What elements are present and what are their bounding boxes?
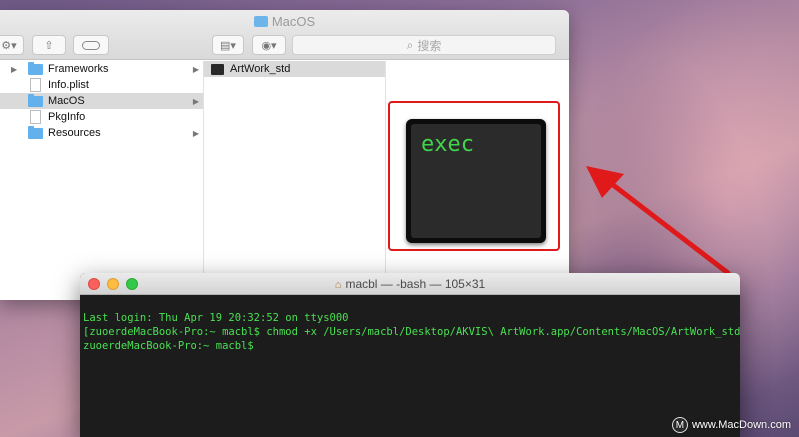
watermark-text: www.MacDown.com [691,419,791,431]
list-item-label: Resources [48,127,101,139]
list-item-label: MacOS [48,95,85,107]
home-icon: ⌂ [334,279,342,291]
chevron-right-icon: ▶ [11,64,18,74]
folder-icon [28,93,43,107]
tags-button[interactable] [73,35,109,55]
list-item-label: ArtWork_std [230,63,291,75]
share-icon: ⇧ [44,39,54,52]
terminal-titlebar: ⌂ macbl — -bash — 105×31 [80,273,740,295]
exec-preview-icon: exec [406,119,546,243]
search-placeholder: 搜索 [417,38,442,53]
terminal-title-text: macbl — -bash — 105×31 [345,277,486,291]
file-icon [30,110,41,124]
arrange-icon: ◉▾ [261,39,277,52]
terminal-window: ⌂ macbl — -bash — 105×31 Last login: Thu … [80,273,740,437]
list-item-label: Info.plist [48,79,89,91]
document-icon: ▤▾ [220,39,236,52]
folder-icon [28,61,43,75]
list-item-artwork-std[interactable]: ArtWork_std [204,61,385,77]
executable-icon [211,63,224,75]
tag-icon [82,40,100,50]
list-item-label: Frameworks [48,63,109,75]
watermark: M www.MacDown.com [671,417,791,433]
exec-icon-label: exec [421,132,474,157]
arrow-shaft [601,175,731,276]
list-item-label: PkgInfo [48,111,86,123]
chevron-right-icon: ▶ [192,96,199,106]
folder-icon [28,125,43,139]
list-item-macos[interactable]: MacOS ▶ [0,93,203,109]
list-item-pkginfo[interactable]: PkgInfo [0,109,203,125]
finder-toolbar: MacOS ⚙▾ ⇧ ▤▾ ◉▾ ⌕ 搜索 [0,10,569,60]
list-item-info-plist[interactable]: Info.plist [0,77,203,93]
terminal-line: Last login: Thu Apr 19 20:32:52 on ttys0… [83,312,349,324]
view-options-button[interactable]: ▤▾ [212,35,244,55]
finder-title-text: MacOS [271,14,316,29]
search-input[interactable]: ⌕ 搜索 [292,35,556,55]
terminal-prompt-line: zuoerdeMacBook-Pro:~ macbl$ [83,340,254,352]
terminal-title: ⌂ macbl — -bash — 105×31 [80,277,740,291]
list-item-resources[interactable]: Resources ▶ [0,125,203,141]
chevron-right-icon: ▶ [192,64,199,74]
terminal-line: [zuoerdeMacBook-Pro:~ macbl$ chmod +x /U… [83,326,740,338]
list-item-frameworks[interactable]: ▶ Frameworks ▶ [0,61,203,77]
finder-window-title: MacOS [0,14,569,29]
annotation-arrow [586,166,731,276]
arrange-button[interactable]: ◉▾ [252,35,286,55]
finder-column-1: ▶ Frameworks ▶ Info.plist MacOS ▶ PkgInf… [0,61,204,300]
share-button[interactable]: ⇧ [32,35,66,55]
file-icon [30,78,41,92]
terminal-output[interactable]: Last login: Thu Apr 19 20:32:52 on ttys0… [80,295,740,383]
chevron-right-icon: ▶ [192,128,199,138]
arrow-head [586,166,624,198]
action-gear-button[interactable]: ⚙▾ [0,35,24,55]
gear-icon: ⚙▾ [1,39,17,52]
folder-icon [253,16,268,27]
search-icon: ⌕ [406,37,414,52]
finder-column-2: ArtWork_std [204,61,386,300]
macdown-logo-icon: M [671,417,688,433]
exec-icon-screen: exec [411,124,541,238]
